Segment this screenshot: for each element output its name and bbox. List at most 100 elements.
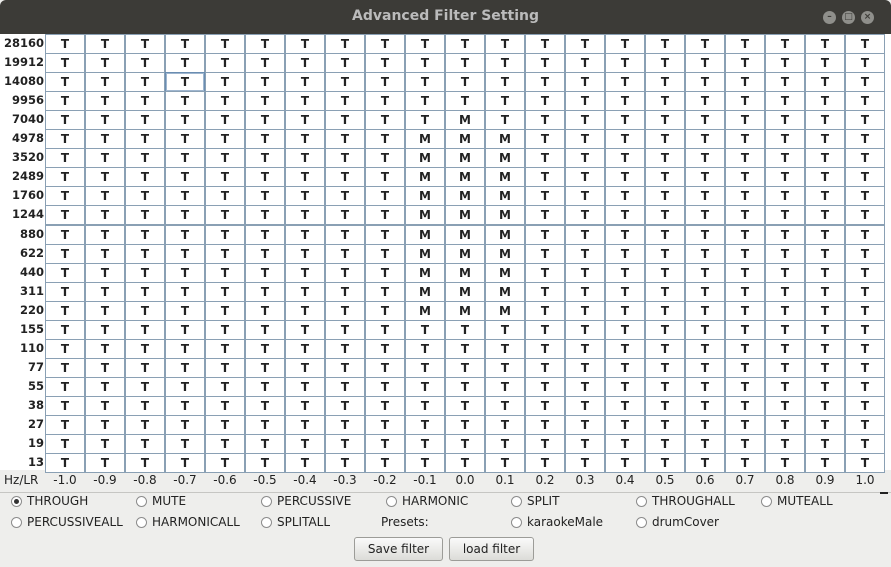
filter-cell[interactable]: T bbox=[325, 91, 365, 112]
filter-cell[interactable]: T bbox=[685, 167, 725, 188]
filter-cell[interactable]: T bbox=[525, 376, 565, 397]
filter-cell[interactable]: T bbox=[205, 167, 245, 188]
filter-cell[interactable]: T bbox=[605, 243, 645, 264]
filter-cell[interactable]: T bbox=[805, 262, 845, 283]
filter-cell[interactable]: T bbox=[205, 434, 245, 455]
filter-cell[interactable]: T bbox=[645, 167, 685, 188]
filter-cell[interactable]: M bbox=[405, 281, 445, 302]
filter-cell[interactable]: T bbox=[325, 357, 365, 378]
filter-cell[interactable]: T bbox=[125, 376, 165, 397]
filter-cell[interactable]: T bbox=[205, 395, 245, 416]
filter-cell[interactable]: T bbox=[285, 205, 325, 226]
filter-cell[interactable]: M bbox=[445, 205, 485, 226]
filter-cell[interactable]: T bbox=[565, 338, 605, 359]
filter-cell[interactable]: T bbox=[765, 129, 805, 150]
filter-cell[interactable]: T bbox=[845, 415, 885, 436]
filter-cell[interactable]: T bbox=[85, 167, 125, 188]
filter-cell[interactable]: T bbox=[45, 167, 85, 188]
radio-icon[interactable] bbox=[11, 495, 22, 507]
filter-cell[interactable]: T bbox=[365, 34, 405, 55]
filter-cell[interactable]: T bbox=[805, 415, 845, 436]
filter-cell[interactable]: M bbox=[405, 186, 445, 207]
filter-cell[interactable]: T bbox=[285, 281, 325, 302]
filter-cell[interactable]: T bbox=[165, 148, 205, 169]
filter-cell[interactable]: T bbox=[605, 91, 645, 112]
filter-cell[interactable]: T bbox=[285, 129, 325, 150]
filter-cell[interactable]: T bbox=[245, 395, 285, 416]
filter-cell[interactable]: T bbox=[645, 72, 685, 93]
filter-cell[interactable]: T bbox=[805, 167, 845, 188]
filter-cell[interactable]: T bbox=[285, 376, 325, 397]
filter-cell[interactable]: T bbox=[565, 72, 605, 93]
filter-cell[interactable]: T bbox=[445, 434, 485, 455]
filter-cell[interactable]: T bbox=[125, 53, 165, 74]
filter-cell[interactable]: T bbox=[845, 357, 885, 378]
filter-cell[interactable]: M bbox=[445, 186, 485, 207]
filter-cell[interactable]: T bbox=[245, 167, 285, 188]
filter-cell[interactable]: T bbox=[365, 91, 405, 112]
filter-cell[interactable]: T bbox=[365, 167, 405, 188]
mode-option-percussive[interactable]: PERCUSSIVE bbox=[261, 494, 351, 508]
filter-cell[interactable]: T bbox=[125, 281, 165, 302]
filter-cell[interactable]: T bbox=[645, 186, 685, 207]
filter-cell[interactable]: T bbox=[205, 319, 245, 340]
filter-cell[interactable]: T bbox=[285, 72, 325, 93]
filter-cell[interactable]: T bbox=[205, 338, 245, 359]
filter-cell[interactable]: T bbox=[405, 72, 445, 93]
filter-cell[interactable]: T bbox=[325, 262, 365, 283]
filter-cell[interactable]: T bbox=[845, 129, 885, 150]
filter-cell[interactable]: T bbox=[285, 357, 325, 378]
filter-cell[interactable]: T bbox=[725, 224, 765, 245]
filter-cell[interactable]: T bbox=[765, 357, 805, 378]
preset-option-drumcover[interactable]: drumCover bbox=[636, 515, 719, 529]
filter-cell[interactable]: T bbox=[525, 148, 565, 169]
filter-cell[interactable]: T bbox=[845, 395, 885, 416]
filter-cell[interactable]: T bbox=[365, 129, 405, 150]
filter-cell[interactable]: T bbox=[125, 300, 165, 321]
filter-cell[interactable]: T bbox=[165, 110, 205, 131]
filter-cell[interactable]: T bbox=[165, 91, 205, 112]
filter-cell[interactable]: T bbox=[645, 395, 685, 416]
filter-cell[interactable]: T bbox=[725, 357, 765, 378]
filter-cell[interactable]: T bbox=[725, 91, 765, 112]
filter-cell[interactable]: T bbox=[765, 53, 805, 74]
filter-cell[interactable]: T bbox=[565, 395, 605, 416]
filter-cell[interactable]: T bbox=[765, 186, 805, 207]
filter-cell[interactable]: T bbox=[125, 186, 165, 207]
filter-cell[interactable]: T bbox=[645, 110, 685, 131]
filter-cell[interactable]: T bbox=[765, 262, 805, 283]
filter-cell[interactable]: T bbox=[165, 243, 205, 264]
filter-cell[interactable]: T bbox=[125, 224, 165, 245]
filter-cell[interactable]: T bbox=[245, 281, 285, 302]
filter-cell[interactable]: T bbox=[165, 415, 205, 436]
filter-cell[interactable]: T bbox=[45, 72, 85, 93]
filter-cell[interactable]: T bbox=[245, 110, 285, 131]
filter-cell[interactable]: T bbox=[485, 34, 525, 55]
filter-cell[interactable]: T bbox=[405, 357, 445, 378]
filter-cell[interactable]: T bbox=[525, 357, 565, 378]
filter-cell[interactable]: T bbox=[85, 110, 125, 131]
filter-cell[interactable]: T bbox=[125, 434, 165, 455]
filter-cell[interactable]: T bbox=[805, 376, 845, 397]
filter-cell[interactable]: T bbox=[45, 415, 85, 436]
filter-cell[interactable]: T bbox=[805, 91, 845, 112]
filter-cell[interactable]: M bbox=[485, 281, 525, 302]
filter-cell[interactable]: T bbox=[365, 376, 405, 397]
filter-cell[interactable]: T bbox=[525, 243, 565, 264]
filter-cell[interactable]: T bbox=[765, 434, 805, 455]
filter-cell[interactable]: T bbox=[765, 167, 805, 188]
filter-cell[interactable]: T bbox=[645, 53, 685, 74]
radio-icon[interactable] bbox=[11, 516, 22, 528]
filter-cell[interactable]: T bbox=[605, 319, 645, 340]
filter-cell[interactable]: T bbox=[245, 319, 285, 340]
filter-cell[interactable]: T bbox=[45, 110, 85, 131]
filter-cell[interactable]: T bbox=[85, 91, 125, 112]
filter-cell[interactable]: T bbox=[805, 72, 845, 93]
filter-cell[interactable]: T bbox=[85, 300, 125, 321]
filter-cell[interactable]: T bbox=[365, 395, 405, 416]
filter-cell[interactable]: T bbox=[805, 110, 845, 131]
filter-cell[interactable]: T bbox=[205, 415, 245, 436]
filter-cell[interactable]: T bbox=[85, 53, 125, 74]
filter-cell[interactable]: M bbox=[445, 148, 485, 169]
filter-cell[interactable]: T bbox=[85, 319, 125, 340]
